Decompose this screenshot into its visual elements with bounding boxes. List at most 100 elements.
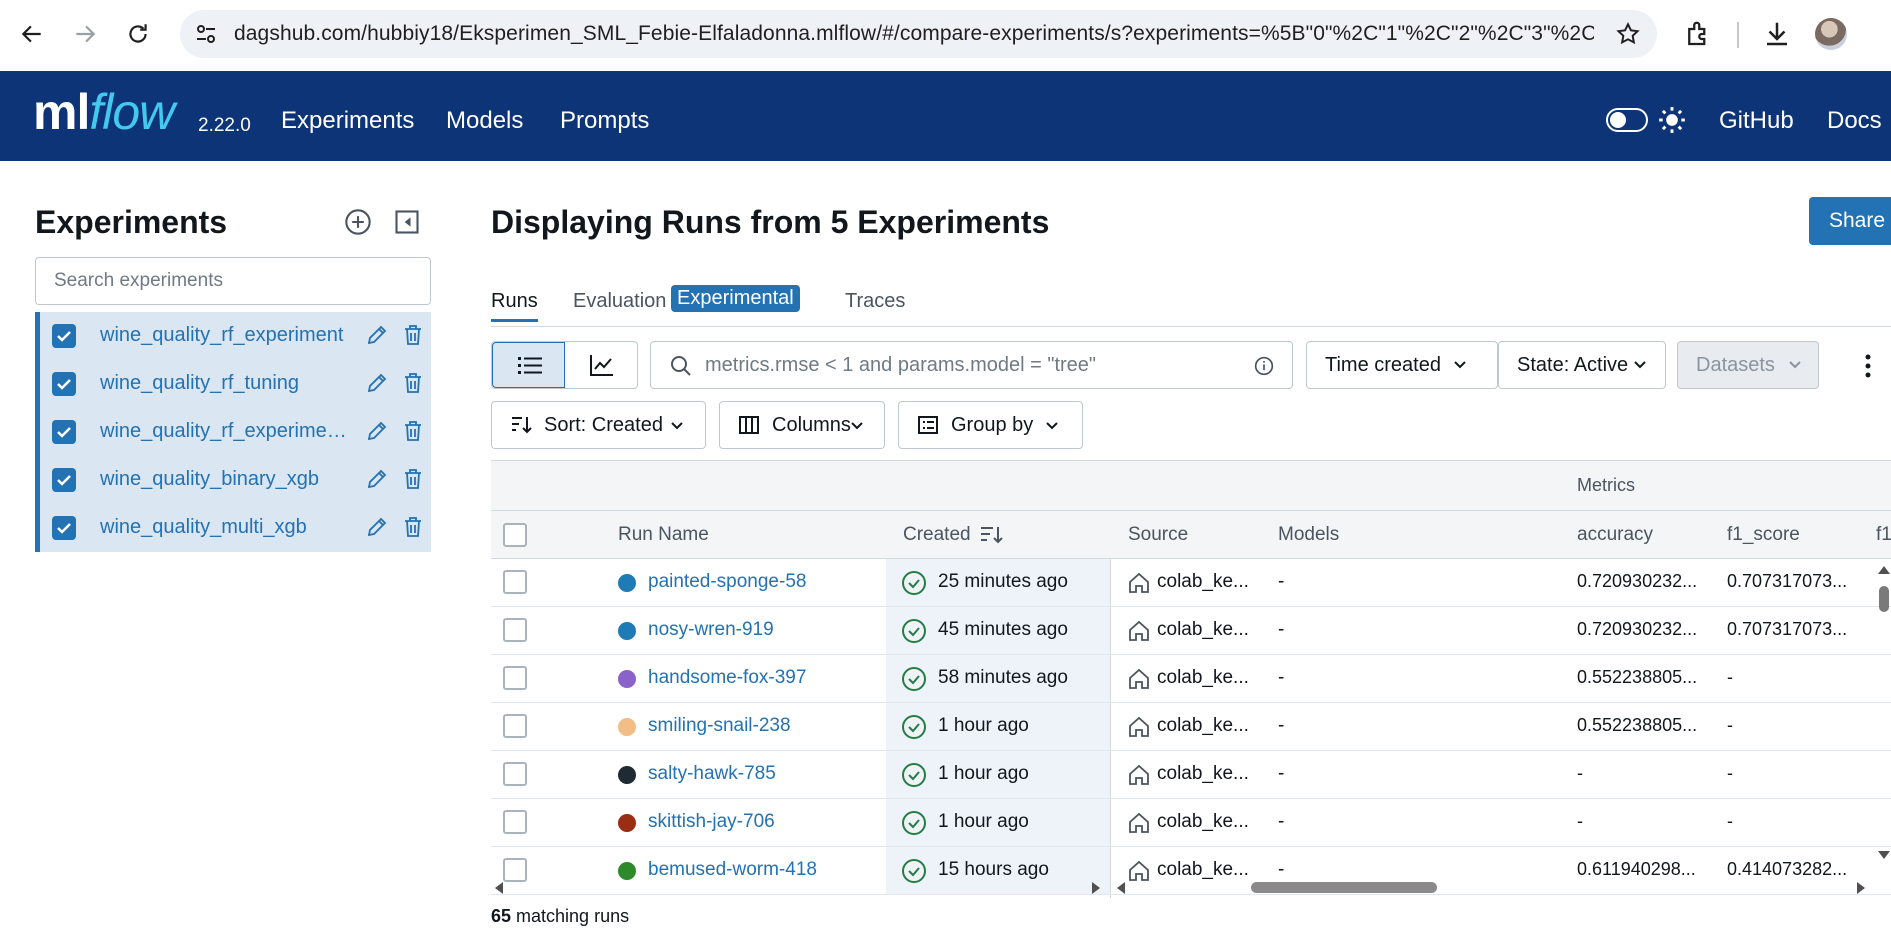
row-checkbox[interactable] (503, 666, 527, 690)
source-link[interactable]: colab_ke... (1157, 571, 1249, 593)
dark-mode-toggle[interactable] (1606, 108, 1648, 132)
nav-github[interactable]: GitHub (1719, 107, 1794, 135)
tab-evaluation[interactable]: Evaluation (573, 290, 666, 313)
time-created-dropdown[interactable]: Time created (1306, 341, 1498, 389)
table-view-button[interactable] (492, 342, 565, 388)
trash-icon[interactable] (401, 515, 425, 539)
sort-dropdown[interactable]: Sort: Created (491, 401, 706, 449)
edit-pencil-icon[interactable] (365, 419, 389, 443)
nav-prompts[interactable]: Prompts (560, 107, 649, 135)
experiment-name[interactable]: wine_quality_rf_experiment_... (100, 420, 355, 443)
table-row[interactable]: salty-hawk-785 1 hour ago colab_ke... - - - (491, 751, 1891, 799)
more-options-icon[interactable] (1860, 352, 1876, 380)
chart-view-button[interactable] (565, 342, 638, 388)
columns-dropdown[interactable]: Columns (719, 401, 885, 449)
tab-traces[interactable]: Traces (845, 290, 905, 313)
nav-experiments[interactable]: Experiments (281, 107, 414, 135)
experiment-checkbox[interactable] (52, 372, 76, 396)
table-row[interactable]: painted-sponge-58 25 minutes ago colab_ke.… (491, 559, 1891, 607)
header-created[interactable]: Created (903, 524, 971, 546)
run-color-dot[interactable] (618, 622, 636, 640)
experiment-item[interactable]: wine_quality_rf_experiment_... (40, 408, 431, 456)
nav-models[interactable]: Models (446, 107, 523, 135)
trash-icon[interactable] (401, 419, 425, 443)
trash-icon[interactable] (401, 371, 425, 395)
header-run-name[interactable]: Run Name (618, 524, 709, 546)
experiment-item[interactable]: wine_quality_binary_xgb (40, 456, 431, 504)
state-dropdown[interactable]: State: Active (1498, 341, 1666, 389)
horizontal-scroll-thumb[interactable] (1251, 882, 1437, 893)
edit-pencil-icon[interactable] (365, 371, 389, 395)
run-name-link[interactable]: painted-sponge-58 (648, 571, 806, 593)
reload-button[interactable] (120, 16, 156, 52)
search-experiments-input[interactable]: Search experiments (35, 257, 431, 305)
scroll-left-arrow[interactable] (1117, 882, 1125, 894)
url-text[interactable]: dagshub.com/hubbiy18/Eksperimen_SML_Febi… (234, 22, 1594, 46)
search-runs-input[interactable]: metrics.rmse < 1 and params.model = "tre… (650, 341, 1293, 389)
experiment-name[interactable]: wine_quality_rf_experiment (100, 324, 355, 347)
run-color-dot[interactable] (618, 766, 636, 784)
run-name-link[interactable]: salty-hawk-785 (648, 763, 776, 785)
header-f1-score[interactable]: f1_score (1727, 524, 1800, 546)
download-icon[interactable] (1762, 19, 1792, 49)
select-all-checkbox[interactable] (503, 523, 527, 547)
experiment-name[interactable]: wine_quality_rf_tuning (100, 372, 355, 395)
nav-docs[interactable]: Docs (1827, 107, 1882, 135)
header-models[interactable]: Models (1278, 524, 1339, 546)
source-link[interactable]: colab_ke... (1157, 811, 1249, 833)
table-row[interactable]: handsome-fox-397 58 minutes ago colab_ke..… (491, 655, 1891, 703)
experiment-checkbox[interactable] (52, 420, 76, 444)
header-f1-cut[interactable]: f1 (1876, 524, 1891, 546)
datasets-dropdown[interactable]: Datasets (1677, 341, 1819, 389)
run-color-dot[interactable] (618, 670, 636, 688)
run-color-dot[interactable] (618, 574, 636, 592)
tab-runs[interactable]: Runs (491, 290, 538, 322)
forward-button[interactable] (67, 16, 103, 52)
experiment-item[interactable]: wine_quality_rf_tuning (40, 360, 431, 408)
run-color-dot[interactable] (618, 814, 636, 832)
run-name-link[interactable]: handsome-fox-397 (648, 667, 806, 689)
scroll-left-arrow[interactable] (495, 882, 503, 894)
scroll-right-arrow[interactable] (1092, 882, 1100, 894)
horizontal-scrollbar[interactable] (491, 877, 1891, 897)
vertical-scrollbar[interactable] (1876, 562, 1891, 862)
edit-pencil-icon[interactable] (365, 467, 389, 491)
scroll-right-arrow[interactable] (1857, 882, 1865, 894)
trash-icon[interactable] (401, 467, 425, 491)
scroll-down-arrow[interactable] (1878, 851, 1890, 859)
table-row[interactable]: skittish-jay-706 1 hour ago colab_ke... - - - (491, 799, 1891, 847)
info-icon[interactable] (1254, 356, 1274, 376)
share-button[interactable]: Share (1809, 197, 1891, 245)
experiment-checkbox[interactable] (52, 324, 76, 348)
header-source[interactable]: Source (1128, 524, 1188, 546)
edit-pencil-icon[interactable] (365, 515, 389, 539)
site-info-icon[interactable] (194, 22, 218, 46)
row-checkbox[interactable] (503, 570, 527, 594)
vertical-scroll-thumb[interactable] (1879, 586, 1889, 612)
bookmark-star-icon[interactable] (1615, 21, 1641, 47)
source-link[interactable]: colab_ke... (1157, 619, 1249, 641)
run-name-link[interactable]: skittish-jay-706 (648, 811, 775, 833)
collapse-sidebar-icon[interactable] (393, 208, 421, 236)
source-link[interactable]: colab_ke... (1157, 667, 1249, 689)
source-link[interactable]: colab_ke... (1157, 763, 1249, 785)
address-bar[interactable]: dagshub.com/hubbiy18/Eksperimen_SML_Febi… (180, 10, 1657, 58)
run-name-link[interactable]: smiling-snail-238 (648, 715, 791, 737)
experiment-name[interactable]: wine_quality_binary_xgb (100, 468, 355, 491)
experiment-item[interactable]: wine_quality_multi_xgb (40, 504, 431, 552)
back-button[interactable] (14, 16, 50, 52)
profile-avatar[interactable] (1815, 18, 1847, 50)
mlflow-logo[interactable]: mlflow (33, 83, 175, 141)
experiment-checkbox[interactable] (52, 516, 76, 540)
row-checkbox[interactable] (503, 714, 527, 738)
run-name-link[interactable]: nosy-wren-919 (648, 619, 774, 641)
source-link[interactable]: colab_ke... (1157, 715, 1249, 737)
experiment-checkbox[interactable] (52, 468, 76, 492)
scroll-up-arrow[interactable] (1878, 566, 1890, 574)
experiment-name[interactable]: wine_quality_multi_xgb (100, 516, 355, 539)
run-color-dot[interactable] (618, 718, 636, 736)
add-experiment-icon[interactable] (344, 208, 372, 236)
sort-desc-icon[interactable] (979, 524, 1003, 546)
header-accuracy[interactable]: accuracy (1577, 524, 1653, 546)
edit-pencil-icon[interactable] (365, 323, 389, 347)
